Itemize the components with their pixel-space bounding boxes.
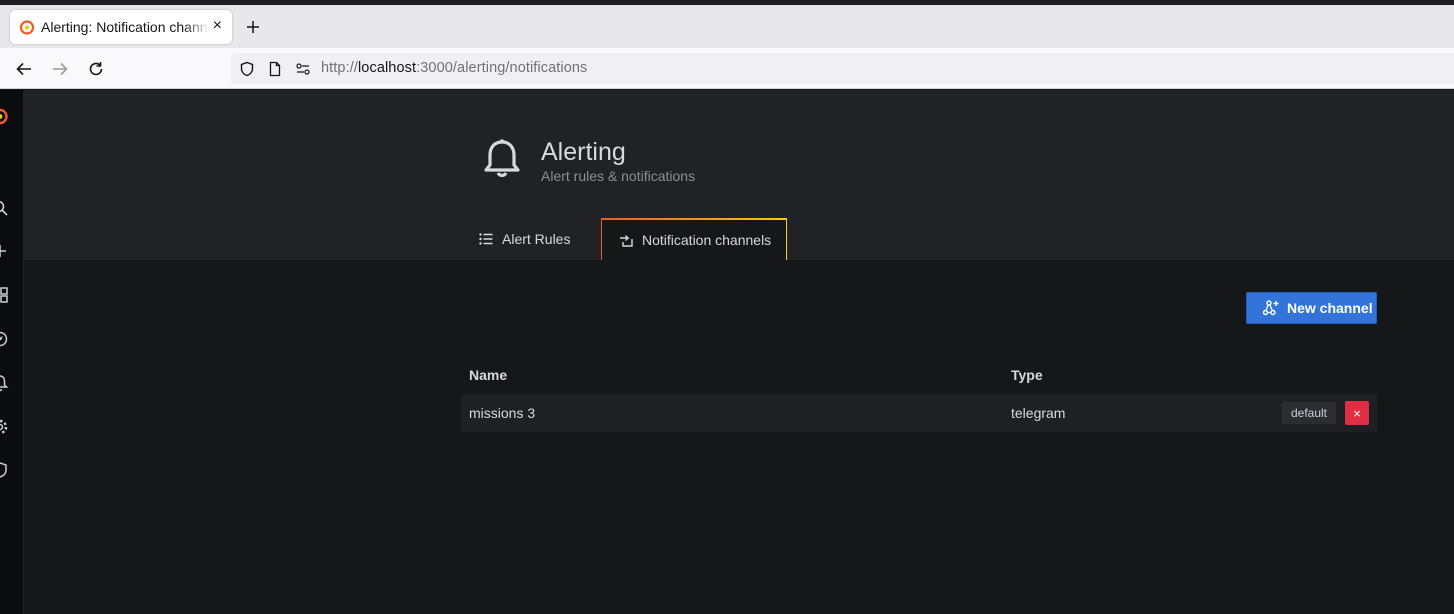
explore-icon[interactable] <box>0 330 9 348</box>
channel-icon <box>618 232 634 248</box>
browser-tab-bar: Alerting: Notification channels - Grafan… <box>0 5 1454 48</box>
delete-channel-button[interactable]: × <box>1345 401 1369 425</box>
reload-icon <box>89 62 103 76</box>
tab-close-icon[interactable]: × <box>213 17 222 35</box>
reload-button[interactable] <box>85 58 107 80</box>
permissions-icon[interactable] <box>294 60 311 77</box>
search-icon[interactable] <box>0 199 9 217</box>
tab-alert-rules[interactable]: Alert Rules <box>461 218 601 260</box>
url-bar[interactable]: http://localhost:3000/alerting/notificat… <box>231 53 1454 84</box>
page-info-icon[interactable] <box>266 60 283 77</box>
new-channel-button[interactable]: New channel <box>1246 292 1377 324</box>
alerting-icon[interactable] <box>0 374 9 392</box>
url-path: :3000/alerting/notifications <box>416 60 588 76</box>
gear-icon[interactable] <box>0 418 9 436</box>
url-text[interactable]: http://localhost:3000/alerting/notificat… <box>321 60 587 76</box>
forward-button[interactable] <box>49 58 71 80</box>
table-row[interactable]: missions 3 telegram default × <box>461 394 1377 432</box>
tab-notification-channels[interactable]: Notification channels <box>601 218 787 260</box>
browser-tab[interactable]: Alerting: Notification channels - Grafan… <box>10 10 232 44</box>
column-header-type[interactable]: Type <box>1011 367 1043 383</box>
plus-icon[interactable] <box>0 242 9 260</box>
page-subtitle: Alert rules & notifications <box>541 168 696 184</box>
channel-add-icon <box>1263 300 1279 316</box>
side-menu <box>0 90 24 614</box>
tab-label: Alert Rules <box>502 231 571 247</box>
new-channel-label: New channel <box>1287 300 1373 316</box>
tab-title: Alerting: Notification channels - Grafan… <box>41 19 209 35</box>
back-button[interactable] <box>13 58 35 80</box>
plus-icon <box>247 21 259 33</box>
grafana-logo-icon[interactable] <box>0 107 9 125</box>
channel-name[interactable]: missions 3 <box>469 405 535 421</box>
grafana-app: Alerting Alert rules & notifications Ale… <box>0 90 1454 614</box>
dashboards-icon[interactable] <box>0 286 9 304</box>
shield-icon[interactable] <box>0 461 9 479</box>
arrow-right-icon <box>53 62 68 76</box>
arrow-left-icon <box>16 62 31 76</box>
bell-icon <box>484 139 520 178</box>
default-badge: default <box>1281 401 1337 425</box>
url-host: localhost <box>357 60 417 76</box>
page-title: Alerting <box>541 138 626 166</box>
list-icon <box>478 231 494 247</box>
tab-label: Notification channels <box>642 232 772 248</box>
channel-type: telegram <box>1011 405 1066 421</box>
grafana-favicon-icon <box>19 20 35 35</box>
url-scheme: http:// <box>321 60 358 76</box>
shield-icon[interactable] <box>238 60 255 77</box>
column-header-name[interactable]: Name <box>469 367 507 383</box>
new-tab-button[interactable] <box>243 17 263 37</box>
browser-nav-bar: http://localhost:3000/alerting/notificat… <box>0 48 1454 89</box>
